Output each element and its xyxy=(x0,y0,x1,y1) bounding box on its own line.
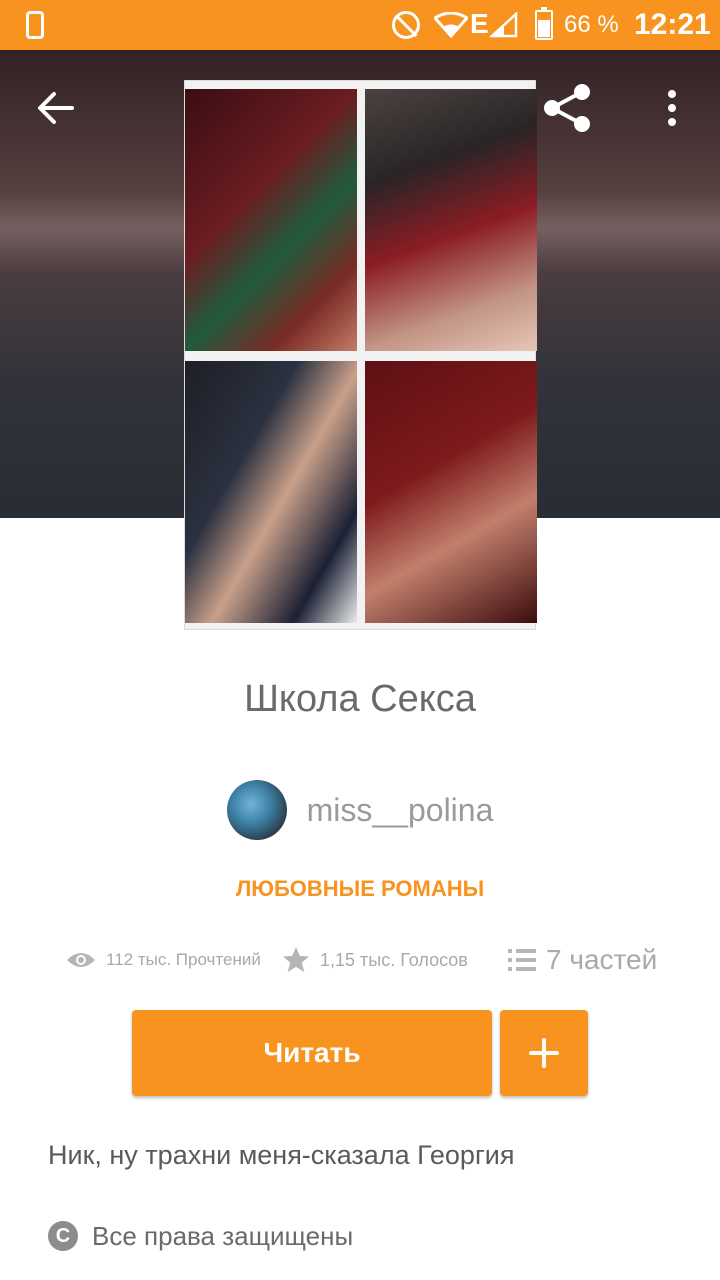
phone-icon xyxy=(26,11,44,39)
cover-image-panel xyxy=(185,361,357,623)
share-icon[interactable] xyxy=(540,80,596,136)
genre-link[interactable]: ЛЮБОВНЫЕ РОМАНЫ xyxy=(0,876,720,902)
add-to-library-button[interactable] xyxy=(500,1010,588,1096)
network-type: E xyxy=(470,8,489,39)
cover-image-panel xyxy=(365,361,537,623)
battery-percent: 66 % xyxy=(564,11,619,38)
eye-icon xyxy=(67,953,95,967)
author-name[interactable]: miss__polina xyxy=(307,792,494,829)
cover-image-panel xyxy=(185,89,357,351)
author-row[interactable]: miss__polina xyxy=(0,778,720,842)
status-bar: E 66 % 12:21 xyxy=(0,0,720,50)
read-button[interactable]: Читать xyxy=(132,1010,492,1096)
back-arrow-icon[interactable] xyxy=(32,84,80,132)
story-description: Ник, ну трахни меня-сказала Георгия xyxy=(48,1140,515,1170)
story-stats: 112 тыс. Прочтений 1,15 тыс. Голосов 7 ч… xyxy=(0,938,720,982)
parts-count[interactable]: 7 частей xyxy=(546,944,657,976)
plus-icon xyxy=(529,1038,559,1068)
votes-stat: 1,15 тыс. Голосов xyxy=(282,938,468,982)
signal-icon xyxy=(490,12,518,38)
do-not-disturb-icon xyxy=(392,11,420,39)
battery-icon xyxy=(535,7,553,40)
parts-stat[interactable]: 7 частей xyxy=(508,938,657,982)
story-cover[interactable] xyxy=(184,80,537,630)
avatar[interactable] xyxy=(226,780,287,840)
more-vert-icon[interactable] xyxy=(656,86,688,130)
reads-count: 112 тыс. Прочтений xyxy=(106,950,261,969)
cover-image-panel xyxy=(365,89,537,351)
clock: 12:21 xyxy=(634,8,711,41)
copyright-row: C Все права защищены xyxy=(48,1218,353,1254)
reads-stat: 112 тыс. Прочтений xyxy=(66,938,261,982)
votes-count: 1,15 тыс. Голосов xyxy=(320,949,468,970)
star-icon xyxy=(283,947,309,972)
list-icon xyxy=(508,949,536,971)
story-title: Школа Секса xyxy=(244,678,476,720)
copyright-icon: C xyxy=(48,1221,78,1251)
wifi-icon xyxy=(434,12,468,38)
copyright-label: Все права защищены xyxy=(92,1220,354,1251)
